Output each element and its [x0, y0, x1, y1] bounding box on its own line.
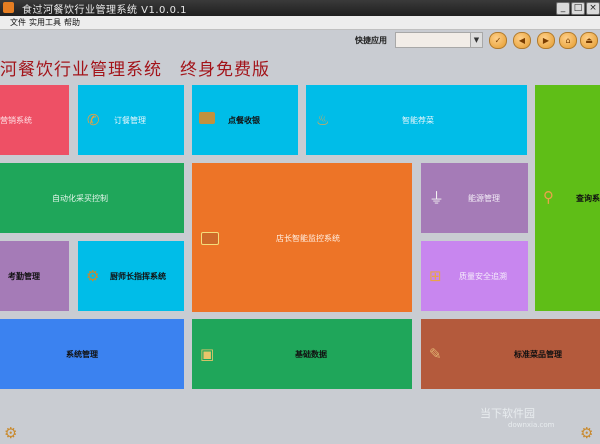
- quick-apps-label: 快捷应用: [355, 36, 387, 45]
- monitor-icon: [201, 232, 219, 245]
- tile-quality-trace-label: 质量安全追溯: [459, 272, 507, 281]
- tile-standard-dish-label: 标准菜品管理: [514, 350, 562, 359]
- app-logo-icon: [3, 2, 14, 13]
- gear-icon: ⚙: [86, 267, 100, 285]
- minimize-button[interactable]: _: [556, 2, 570, 15]
- tile-order-management-label: 订餐管理: [114, 116, 146, 125]
- clipboard-icon: ✎: [429, 345, 442, 363]
- title-bar: 食过河餐饮行业管理系统 V1.0.0.1 _ □ ×: [0, 0, 600, 16]
- forward-button[interactable]: ▶: [537, 32, 555, 49]
- tile-base-data-label: 基础数据: [295, 350, 327, 359]
- chevron-down-icon[interactable]: ▼: [470, 33, 482, 47]
- tile-base-data[interactable]: ▣ 基础数据: [192, 319, 412, 389]
- menu-bar: 文件 实用工具 帮助: [0, 16, 600, 30]
- tile-store-monitor-label: 店长智能监控系统: [276, 234, 340, 243]
- tile-attendance-label: 考勤管理: [8, 272, 40, 281]
- tile-system-management[interactable]: 系统管理: [0, 319, 184, 389]
- back-button[interactable]: ◀: [513, 32, 531, 49]
- tile-standard-dish[interactable]: ✎ 标准菜品管理: [421, 319, 600, 389]
- box-icon: ▣: [200, 345, 215, 363]
- tile-auto-purchase[interactable]: 自动化采买控制: [0, 163, 184, 233]
- phone-icon: ✆: [87, 111, 100, 129]
- watermark-url: downxia.com: [508, 421, 555, 429]
- menu-file[interactable]: 文件: [10, 16, 26, 29]
- tile-system-management-label: 系统管理: [66, 350, 98, 359]
- settings-gear-icon[interactable]: ⚙: [4, 425, 20, 441]
- org-chart-icon: ⊞: [429, 267, 442, 285]
- close-button[interactable]: ×: [586, 2, 600, 15]
- tile-marketing-label: 营销系统: [0, 116, 32, 125]
- menu-help[interactable]: 帮助: [64, 16, 80, 29]
- tile-energy-label: 能源管理: [468, 194, 500, 203]
- cake-icon: ♨: [316, 111, 330, 129]
- tile-smart-dish[interactable]: ♨ 智能荐菜: [306, 85, 527, 155]
- page-title: 河餐饮行业管理系统 终身免费版: [0, 60, 270, 80]
- settings-gear-icon-right[interactable]: ⚙: [580, 425, 596, 441]
- tile-quality-trace[interactable]: ⊞ 质量安全追溯: [421, 241, 528, 311]
- exit-button[interactable]: ⏏: [580, 32, 598, 49]
- magnifier-icon: ⚲: [543, 188, 554, 206]
- tile-smart-dish-label: 智能荐菜: [402, 116, 434, 125]
- tile-order-cashier-label: 点餐收银: [228, 116, 260, 125]
- watermark-text: 当下软件园: [480, 407, 535, 420]
- tile-marketing[interactable]: 营销系统: [0, 85, 69, 155]
- tile-order-cashier[interactable]: 点餐收银: [192, 85, 298, 155]
- menu-tools[interactable]: 实用工具: [29, 16, 61, 29]
- tile-query[interactable]: ⚲ 查询系: [535, 85, 600, 311]
- tile-query-label: 查询系: [576, 194, 600, 203]
- window-title: 食过河餐饮行业管理系统 V1.0.0.1: [22, 5, 188, 16]
- cash-register-icon: [199, 112, 215, 124]
- tile-energy[interactable]: ⏚ 能源管理: [421, 163, 528, 233]
- tile-auto-purchase-label: 自动化采买控制: [52, 194, 108, 203]
- tile-chef-command[interactable]: ⚙ 厨师长指挥系统: [78, 241, 184, 311]
- tile-attendance[interactable]: 考勤管理: [0, 241, 69, 311]
- tile-order-management[interactable]: ✆ 订餐管理: [78, 85, 184, 155]
- tile-chef-command-label: 厨师长指挥系统: [110, 272, 166, 281]
- plug-icon: ⏚: [429, 189, 445, 207]
- quick-apps-select[interactable]: ▼: [395, 32, 483, 48]
- tile-store-monitor[interactable]: 店长智能监控系统: [192, 163, 412, 312]
- home-button[interactable]: ⌂: [559, 32, 577, 49]
- maximize-button[interactable]: □: [571, 2, 585, 15]
- confirm-button[interactable]: ✓: [489, 32, 507, 49]
